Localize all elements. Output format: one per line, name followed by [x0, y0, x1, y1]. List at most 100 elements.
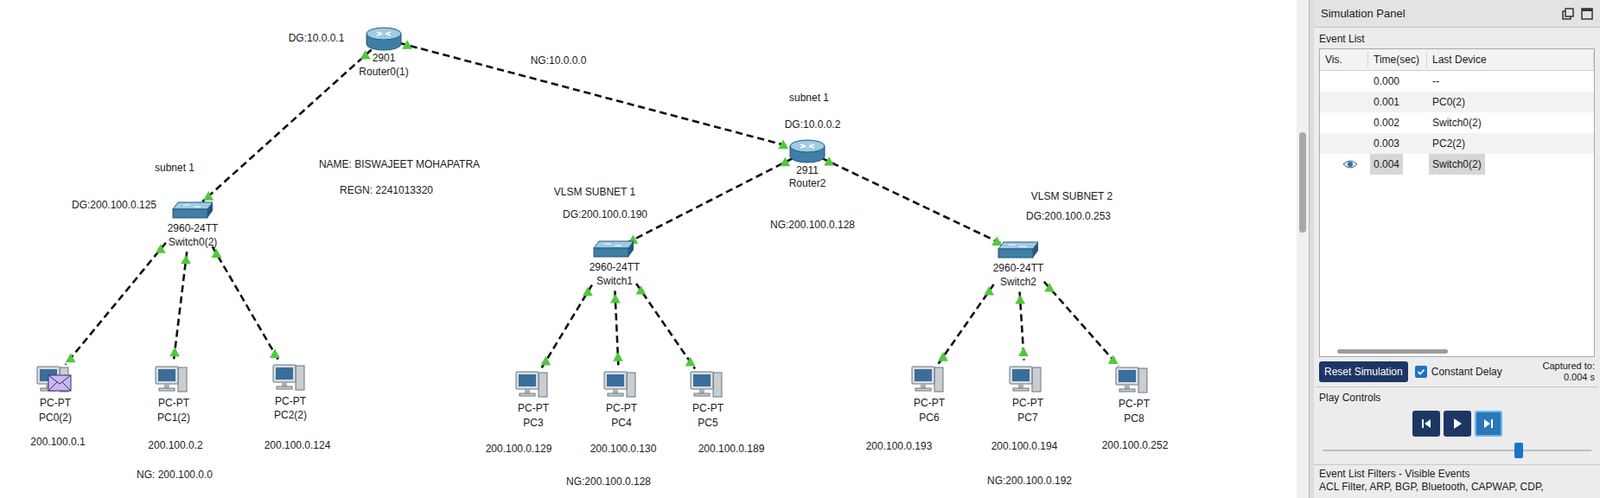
link-light-icon — [636, 285, 647, 295]
filters-value: ACL Filter, ARP, BGP, Bluetooth, CAPWAP,… — [1319, 480, 1595, 494]
switch-icon[interactable] — [994, 240, 1040, 262]
link[interactable] — [822, 156, 1005, 246]
forward-icon — [1481, 416, 1496, 431]
pc-ip: 200.100.0.189 — [698, 443, 765, 454]
switch-icon[interactable] — [169, 200, 215, 222]
speed-slider[interactable] — [1322, 441, 1592, 459]
table-hscrollbar[interactable] — [1319, 345, 1594, 357]
link[interactable] — [625, 157, 793, 244]
link[interactable] — [937, 284, 995, 364]
back-icon — [1419, 416, 1434, 431]
event-row[interactable]: 0.002Switch0(2) — [1319, 112, 1594, 134]
column-header[interactable]: Time(sec) — [1368, 51, 1428, 68]
link-light-icon — [269, 348, 281, 358]
undock-icon[interactable] — [1561, 7, 1575, 20]
pc-node[interactable] — [688, 369, 724, 401]
link[interactable] — [540, 285, 593, 369]
play-icon — [1450, 416, 1465, 431]
canvas-scrollbar[interactable] — [1296, 0, 1309, 498]
link[interactable] — [210, 246, 280, 361]
pc-node[interactable] — [602, 369, 638, 401]
maximize-icon[interactable] — [1580, 7, 1594, 20]
pc-node[interactable] — [1007, 363, 1043, 396]
switch-node[interactable] — [590, 239, 636, 261]
reset-simulation-button[interactable]: Reset Simulation — [1319, 361, 1409, 383]
panel-title: Simulation Panel — [1320, 5, 1406, 23]
pc-type: PC-PT — [1118, 398, 1150, 409]
pc-name: PC4 — [611, 417, 632, 428]
event-row[interactable]: 0.000-- — [1319, 70, 1594, 92]
pc-node[interactable] — [1114, 364, 1149, 396]
event-device: -- — [1428, 70, 1443, 92]
canvas-note: subnet 1 — [154, 162, 195, 173]
pc-type: PC-PT — [39, 397, 71, 408]
router-icon[interactable] — [787, 137, 828, 166]
router-node[interactable] — [787, 137, 828, 166]
event-row[interactable]: 0.004Switch0(2) — [1319, 153, 1594, 175]
link[interactable] — [610, 290, 624, 365]
link-light-icon — [1044, 282, 1055, 293]
link-light-icon — [983, 286, 995, 296]
play-controls-label: Play Controls — [1319, 389, 1595, 406]
pc-node[interactable] — [514, 369, 549, 401]
play-button[interactable] — [1443, 410, 1472, 437]
forward-button[interactable] — [1474, 410, 1503, 437]
pc-node[interactable] — [910, 363, 945, 396]
canvas-note: NG:10.0.0.0 — [530, 55, 587, 66]
link[interactable] — [1014, 291, 1029, 360]
topology-canvas[interactable]: 2901Router0(1)2911Router22960-24TTSwitch… — [0, 0, 1297, 498]
pc-type: PC-PT — [158, 397, 190, 408]
link-light-icon — [610, 293, 621, 304]
play-controls: Play Controls — [1315, 386, 1599, 465]
pc-node[interactable] — [35, 363, 71, 396]
filters-label: Event List Filters - Visible Events — [1319, 467, 1595, 481]
pc-node[interactable] — [153, 363, 189, 396]
constant-delay-checkbox[interactable]: Constant Delay — [1415, 363, 1503, 380]
column-header[interactable]: Last Device — [1427, 51, 1594, 68]
pc-ip: 200.100.0.194 — [991, 440, 1059, 452]
scrollbar-thumb[interactable] — [1299, 132, 1307, 233]
pc-icon[interactable] — [1007, 363, 1043, 396]
column-header[interactable]: Vis. — [1319, 51, 1369, 68]
pc-icon[interactable] — [271, 362, 306, 394]
pc-ip: 200.100.0.130 — [590, 443, 657, 454]
links-layer — [0, 0, 1297, 498]
pc-icon[interactable] — [1114, 364, 1149, 396]
pc-node[interactable] — [271, 362, 306, 394]
link[interactable] — [399, 39, 791, 149]
hscrollbar-thumb[interactable] — [1337, 349, 1448, 354]
canvas-note: VLSM SUBNET 1 — [554, 186, 636, 198]
link-light-icon — [823, 156, 835, 166]
switch-node[interactable] — [169, 200, 215, 222]
link-light-icon — [937, 351, 949, 362]
router-node[interactable] — [363, 25, 404, 53]
router-icon[interactable] — [363, 25, 404, 53]
pc-name: PC0(2) — [38, 412, 72, 423]
back-button[interactable] — [1412, 410, 1441, 437]
link[interactable] — [169, 251, 192, 361]
link-light-icon — [360, 50, 371, 60]
pc-icon[interactable] — [910, 363, 945, 396]
pc-icon[interactable] — [602, 369, 638, 401]
pdu-envelope-icon[interactable] — [47, 374, 72, 392]
event-device: PC0(2) — [1428, 91, 1469, 113]
event-row[interactable]: 0.001PC0(2) — [1319, 91, 1594, 113]
event-device: Switch0(2) — [1428, 112, 1486, 134]
pc-icon[interactable] — [153, 363, 189, 396]
canvas-note: NG:200.100.0.128 — [566, 476, 651, 487]
simulation-panel: Simulation PanelEvent ListVis.Time(sec)L… — [1313, 0, 1600, 498]
switch-node[interactable] — [994, 240, 1040, 262]
link[interactable] — [1044, 281, 1119, 367]
link[interactable] — [636, 283, 696, 369]
eye-icon[interactable] — [1342, 159, 1358, 170]
slider-thumb[interactable] — [1514, 442, 1524, 459]
switch-icon[interactable] — [590, 239, 636, 261]
link[interactable] — [65, 242, 166, 365]
link[interactable] — [202, 49, 372, 202]
canvas-note: DG:10.0.0.2 — [784, 119, 842, 130]
pc-icon[interactable] — [514, 369, 549, 401]
pc-icon[interactable] — [688, 369, 724, 401]
event-row[interactable]: 0.003PC2(2) — [1319, 133, 1594, 154]
router-model: 2901 — [372, 52, 396, 64]
pdu-marker[interactable] — [47, 374, 72, 392]
